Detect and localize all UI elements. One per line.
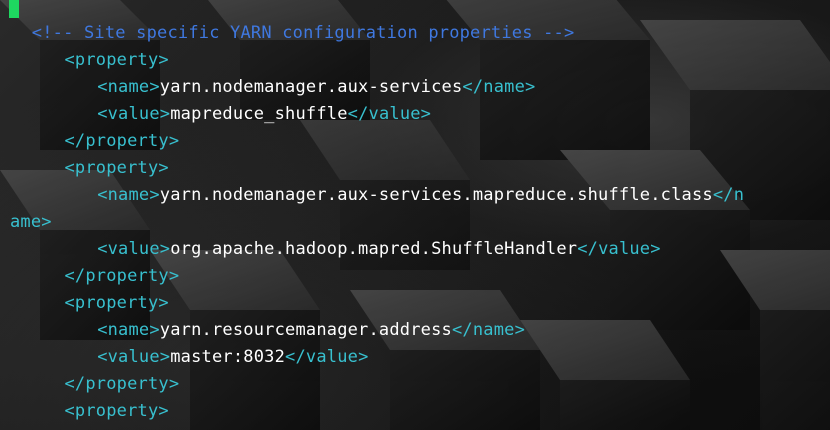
xml-tag: ame> — [10, 212, 52, 232]
code-line: </property> — [65, 371, 180, 398]
xml-tag: <property> — [64, 293, 169, 313]
xml-tag: </name> — [451, 320, 526, 340]
code-line: <property> — [65, 47, 169, 74]
code-line: <!-- Site specific YARN configuration pr… — [32, 20, 575, 47]
xml-tag: <name> — [97, 77, 160, 97]
xml-tag: <property> — [64, 50, 169, 70]
xml-value: org.apache.hadoop.mapred.ShuffleHandler — [170, 239, 578, 259]
code-line: <value>org.apache.hadoop.mapred.ShuffleH… — [97, 236, 661, 263]
code-line: <name>yarn.resourcemanager.address</name… — [97, 317, 525, 344]
code-line: <property> — [65, 155, 169, 182]
xml-value: yarn.nodemanager.aux-services — [159, 77, 463, 97]
xml-value: mapreduce_shuffle — [170, 104, 348, 124]
xml-tag: </value> — [285, 347, 369, 367]
xml-tag: <value> — [97, 347, 171, 367]
code-line: <value>master:8032</value> — [97, 344, 368, 371]
code-line: <name>yarn.nodemanager.aux-services.mapr… — [97, 182, 744, 209]
code-line: <name>yarn.nodemanager.aux-services</nam… — [97, 74, 535, 101]
xml-tag: <value> — [97, 104, 171, 124]
xml-tag: <name> — [97, 320, 160, 340]
xml-tag: <name> — [97, 185, 160, 205]
xml-tag: </value> — [577, 239, 661, 259]
xml-value: master:8032 — [170, 347, 286, 367]
terminal-editor[interactable]: <!-- Site specific YARN configuration pr… — [0, 0, 830, 430]
xml-tag: <property> — [64, 158, 169, 178]
xml-tag: </value> — [347, 104, 432, 124]
xml-tag: </property> — [64, 374, 180, 394]
code-line: </property> — [65, 263, 180, 290]
xml-tag: </name> — [462, 77, 536, 97]
xml-tag: <value> — [97, 239, 171, 259]
xml-tag: </property> — [64, 131, 180, 151]
code-line: <value>mapreduce_shuffle</value> — [97, 101, 431, 128]
code-line: <property> — [65, 398, 169, 425]
xml-tag: </n — [712, 185, 745, 205]
text-cursor — [9, 0, 19, 18]
code-line: <property> — [65, 290, 169, 317]
xml-tag: <property> — [64, 401, 169, 421]
xml-comment: <!-- Site specific YARN configuration pr… — [31, 23, 575, 43]
xml-tag: </property> — [64, 266, 180, 286]
code-line: ame> — [10, 209, 52, 236]
xml-value: yarn.nodemanager.aux-services.mapreduce.… — [159, 185, 713, 205]
xml-value: yarn.resourcemanager.address — [159, 320, 452, 340]
code-line: </property> — [65, 128, 180, 155]
